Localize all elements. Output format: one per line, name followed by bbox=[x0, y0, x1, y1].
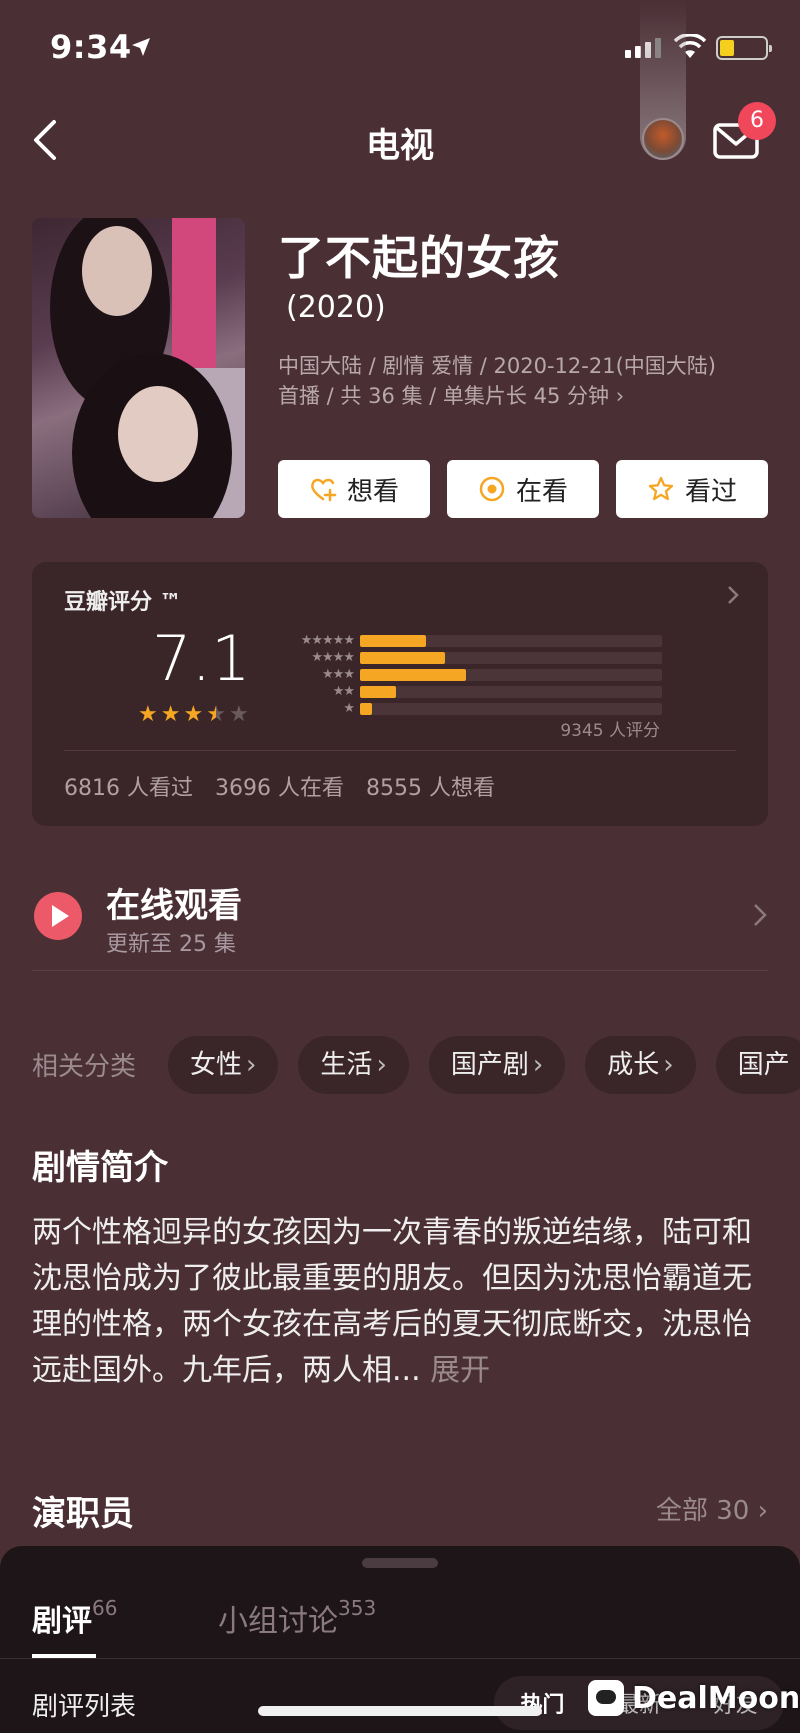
tag-chip[interactable]: 女性 › bbox=[168, 1036, 279, 1094]
online-watch-title[interactable]: 在线观看 bbox=[106, 878, 242, 927]
tag-label: 国产剧 bbox=[450, 1050, 529, 1080]
rating-dist-row: ★★★★★ bbox=[274, 632, 662, 649]
want-to-watch-button[interactable]: 想看 bbox=[278, 460, 430, 518]
cast-all-link[interactable]: 全部 30 › bbox=[656, 1490, 768, 1527]
poster-image[interactable] bbox=[32, 218, 245, 518]
show-year: (2020) bbox=[286, 290, 386, 325]
tab-reviews-label: 剧评 bbox=[32, 1604, 92, 1639]
synopsis-text: 两个性格迥异的女孩因为一次青春的叛逆结缘，陆可和沈思怡成为了彼此最重要的朋友。但… bbox=[32, 1210, 762, 1394]
rating-dist-stars: ★ bbox=[343, 701, 355, 716]
play-icon[interactable] bbox=[34, 892, 82, 940]
rating-dist-bar bbox=[360, 702, 373, 715]
dealmoon-logo-icon bbox=[588, 1680, 624, 1716]
status-time: 9:34 bbox=[50, 28, 132, 66]
star-full-icon: ★ bbox=[138, 702, 158, 727]
watching-label: 在看 bbox=[515, 476, 568, 507]
sheet-handle[interactable] bbox=[362, 1558, 438, 1568]
want-to-watch-label: 想看 bbox=[346, 476, 399, 507]
watched-button[interactable]: 看过 bbox=[616, 460, 768, 518]
star-icon bbox=[648, 476, 674, 501]
rating-dist-bar bbox=[360, 634, 427, 647]
rating-dist-track bbox=[360, 668, 662, 681]
rating-dist-bar bbox=[360, 685, 397, 698]
rating-dist-row: ★★ bbox=[274, 683, 662, 700]
tag-label: 生活 bbox=[320, 1050, 373, 1080]
watched-count: 6816 人看过 bbox=[64, 776, 193, 801]
rating-dist-track bbox=[360, 685, 662, 698]
rating-dist-bar bbox=[360, 651, 445, 664]
tab-reviews[interactable]: 剧评66 bbox=[32, 1596, 117, 1640]
tag-label: 国产 bbox=[737, 1050, 790, 1080]
star-empty-icon: ★ bbox=[228, 702, 249, 727]
want-count: 8555 人想看 bbox=[365, 776, 495, 801]
star-full-icon: ★ bbox=[160, 702, 181, 727]
tag-label: 成长 bbox=[607, 1050, 660, 1080]
show-meta-line1[interactable]: 中国大陆 / 剧情 爱情 / 2020-12-21(中国大陆) bbox=[278, 350, 716, 380]
rating-dist-row: ★ bbox=[274, 700, 662, 717]
rating-dist-track bbox=[360, 702, 662, 715]
rating-stats: 6816 人看过 3696 人在看 8555 人想看 bbox=[64, 770, 495, 802]
tab-groups-label: 小组讨论 bbox=[218, 1604, 338, 1639]
target-icon bbox=[479, 476, 505, 502]
tag-chip[interactable]: 生活 › bbox=[298, 1036, 409, 1094]
show-meta-line2[interactable]: 首播 / 共 36 集 / 单集片长 45 分钟 › bbox=[278, 380, 624, 410]
rating-dist-row: ★★★★ bbox=[274, 649, 662, 666]
rating-dist-stars: ★★★★★ bbox=[300, 633, 355, 648]
tab-group-discussion[interactable]: 小组讨论353 bbox=[218, 1596, 376, 1640]
divider bbox=[32, 970, 768, 971]
tab-groups-count: 353 bbox=[338, 1596, 377, 1620]
watching-count: 3696 人在看 bbox=[214, 776, 344, 801]
meta-more-chevron-icon: › bbox=[615, 384, 625, 408]
rating-card[interactable]: 豆瓣评分 ™ 7.1 ★ ★ ★ ★ ★ ★★★★★ ★★★★ ★★★ ★★ ★ 934… bbox=[32, 562, 768, 826]
rating-dist-stars: ★★★ bbox=[322, 667, 355, 682]
tab-reviews-count: 66 bbox=[92, 1596, 118, 1620]
rating-dist-stars: ★★ bbox=[332, 684, 355, 699]
douban-rating-label: 豆瓣评分 ™ bbox=[64, 590, 182, 615]
tag-chip[interactable]: 成长 › bbox=[585, 1036, 696, 1094]
watched-label: 看过 bbox=[684, 476, 737, 507]
tag-label: 女性 bbox=[190, 1050, 243, 1080]
online-watch-subtitle: 更新至 25 集 bbox=[106, 932, 236, 957]
avatar[interactable] bbox=[642, 118, 684, 160]
chevron-right-icon bbox=[728, 586, 739, 604]
divider bbox=[64, 750, 736, 751]
tag-chip[interactable]: 国产剧 › bbox=[428, 1036, 566, 1094]
divider bbox=[0, 1658, 800, 1659]
home-indicator bbox=[258, 1706, 542, 1716]
rating-dist-stars: ★★★★ bbox=[311, 650, 355, 665]
rating-dist-track bbox=[360, 651, 662, 664]
rating-stars: ★ ★ ★ ★ ★ bbox=[138, 704, 249, 726]
show-meta-line2-text: 首播 / 共 36 集 / 单集片长 45 分钟 bbox=[278, 384, 609, 408]
notification-badge: 6 bbox=[738, 102, 776, 140]
rating-count: 9345 人评分 bbox=[560, 721, 660, 741]
related-tags: 女性 › 生活 › 国产剧 › 成长 › 国产 bbox=[168, 1036, 800, 1094]
cast-title: 演职员 bbox=[32, 1494, 134, 1534]
rating-dist-bar bbox=[360, 668, 466, 681]
show-title: 了不起的女孩 bbox=[278, 231, 560, 285]
watching-button[interactable]: 在看 bbox=[447, 460, 599, 518]
synopsis-title: 剧情简介 bbox=[32, 1148, 168, 1188]
chevron-right-icon[interactable] bbox=[752, 902, 768, 928]
rating-dist-track bbox=[360, 634, 662, 647]
heart-plus-icon bbox=[311, 478, 337, 502]
location-arrow-icon bbox=[132, 38, 150, 56]
rating-distribution: ★★★★★ ★★★★ ★★★ ★★ ★ bbox=[274, 632, 662, 717]
rating-score: 7.1 bbox=[152, 622, 251, 695]
related-tags-label: 相关分类 bbox=[32, 1052, 137, 1082]
expand-link[interactable]: 展开 bbox=[430, 1353, 490, 1388]
tag-chip[interactable]: 国产 bbox=[715, 1036, 800, 1094]
watermark: DealMoon bbox=[588, 1680, 800, 1716]
star-full-icon: ★ bbox=[183, 702, 204, 727]
synopsis-body: 两个性格迥异的女孩因为一次青春的叛逆结缘，陆可和沈思怡成为了彼此最重要的朋友。但… bbox=[32, 1215, 752, 1388]
star-half-icon: ★ bbox=[206, 702, 226, 727]
watermark-text: DealMoon bbox=[632, 1680, 800, 1716]
review-list-label: 剧评列表 bbox=[32, 1692, 137, 1722]
rating-dist-row: ★★★ bbox=[274, 666, 662, 683]
battery-icon bbox=[716, 36, 772, 60]
